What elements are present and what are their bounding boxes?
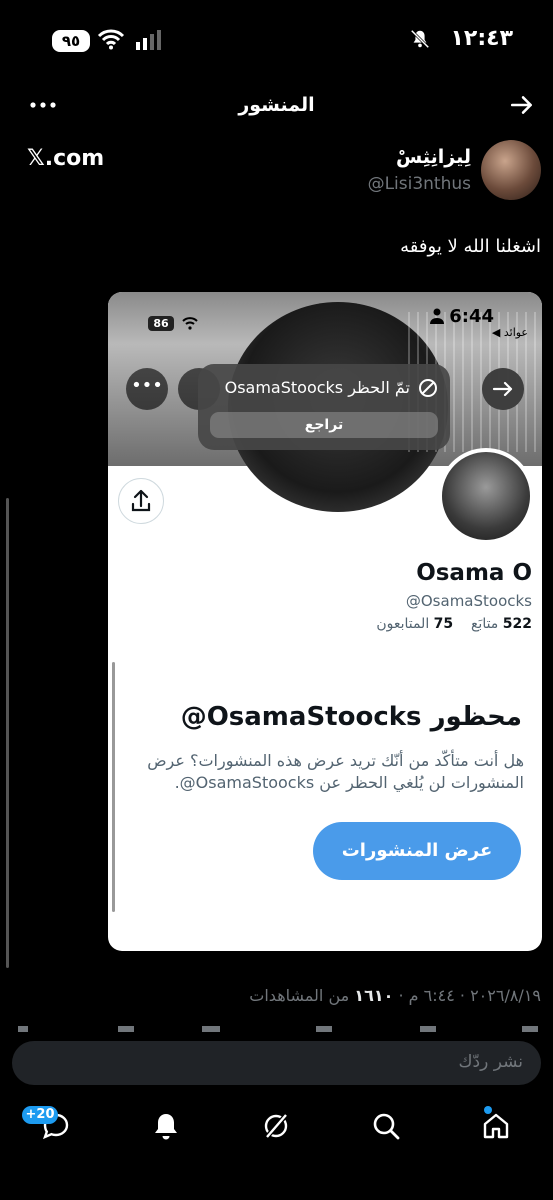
profile-banner: 6:44 ◀ عوائد 86 ••• تمّ الحظر OsamaStooc… xyxy=(108,292,542,512)
share-icon xyxy=(118,478,164,524)
bell-muted-icon xyxy=(410,29,430,49)
more-options-icon[interactable] xyxy=(28,92,58,118)
reply-placeholder: نشر ردّك xyxy=(458,1052,523,1072)
author-name[interactable]: لِيزانِثِسْ xyxy=(396,146,471,168)
block-icon xyxy=(419,379,437,397)
post-date: ٢٠٢٦/٨/١٩ · ٦:٤٤ م · xyxy=(398,986,541,1005)
wifi-icon xyxy=(97,29,125,50)
post-meta: ٢٠٢٦/٨/١٩ · ٦:٤٤ م · ١٦١٠ من المشاهدات xyxy=(249,986,541,1005)
following-label: متابَع xyxy=(470,616,499,632)
embedded-time: 6:44 xyxy=(449,306,494,327)
grok-icon[interactable] xyxy=(260,1110,292,1142)
profile-avatar xyxy=(438,448,534,544)
embedded-back-arrow-icon xyxy=(482,368,524,410)
embedded-wifi-icon xyxy=(182,317,198,330)
signal-icon xyxy=(136,30,161,50)
notifications-icon[interactable] xyxy=(150,1110,182,1142)
blocked-toast: تمّ الحظر OsamaStoocks تراجع xyxy=(198,364,450,450)
author-avatar[interactable] xyxy=(481,140,541,200)
search-icon[interactable] xyxy=(370,1110,402,1142)
post-actions-strip xyxy=(18,1026,538,1032)
views-label: من المشاهدات xyxy=(249,986,350,1005)
status-time: ١٢:٤٣ xyxy=(450,26,513,51)
embedded-more-button: ••• xyxy=(126,368,168,410)
battery-indicator: ٩٥ xyxy=(52,30,90,52)
followers-count: 75 xyxy=(433,616,454,632)
post-text: اشغلنا الله لا يوفقه xyxy=(400,236,541,257)
embedded-battery: 86 xyxy=(148,316,174,331)
blocked-description: هل أنت متأكّد من أنّك تريد عرض هذه المنش… xyxy=(147,751,524,792)
person-icon xyxy=(430,308,444,324)
x-logo-label: 𝕏.com xyxy=(27,146,105,171)
reply-input[interactable]: نشر ردّك xyxy=(12,1041,541,1085)
author-handle[interactable]: @Lisi3nthus xyxy=(368,174,471,194)
embedded-back-label: ◀ عوائد xyxy=(491,326,528,339)
page-title: المنشور xyxy=(238,94,315,116)
embedded-scrollbar xyxy=(112,662,115,912)
profile-handle: @OsamaStoocks xyxy=(405,592,532,610)
home-notification-dot xyxy=(484,1106,492,1114)
blocked-title: محظور OsamaStoocks@ xyxy=(180,702,522,732)
post-image[interactable]: 6:44 ◀ عوائد 86 ••• تمّ الحظر OsamaStooc… xyxy=(108,292,542,951)
profile-name: Osama O xyxy=(416,560,532,586)
following-count: 522 xyxy=(502,616,532,632)
view-posts-button: عرض المنشورات xyxy=(313,822,521,880)
messages-badge: +20 xyxy=(22,1106,58,1124)
toast-undo-button: تراجع xyxy=(210,412,438,438)
views-count: ١٦١٠ xyxy=(354,986,394,1005)
toast-text: تمّ الحظر OsamaStoocks xyxy=(224,378,410,397)
profile-stats: 522 متابَع 75 المتابعون xyxy=(376,616,532,632)
home-icon[interactable] xyxy=(480,1110,512,1142)
back-arrow-icon[interactable] xyxy=(509,92,535,118)
page-scrollbar[interactable] xyxy=(6,498,9,968)
followers-label: المتابعون xyxy=(376,616,430,632)
